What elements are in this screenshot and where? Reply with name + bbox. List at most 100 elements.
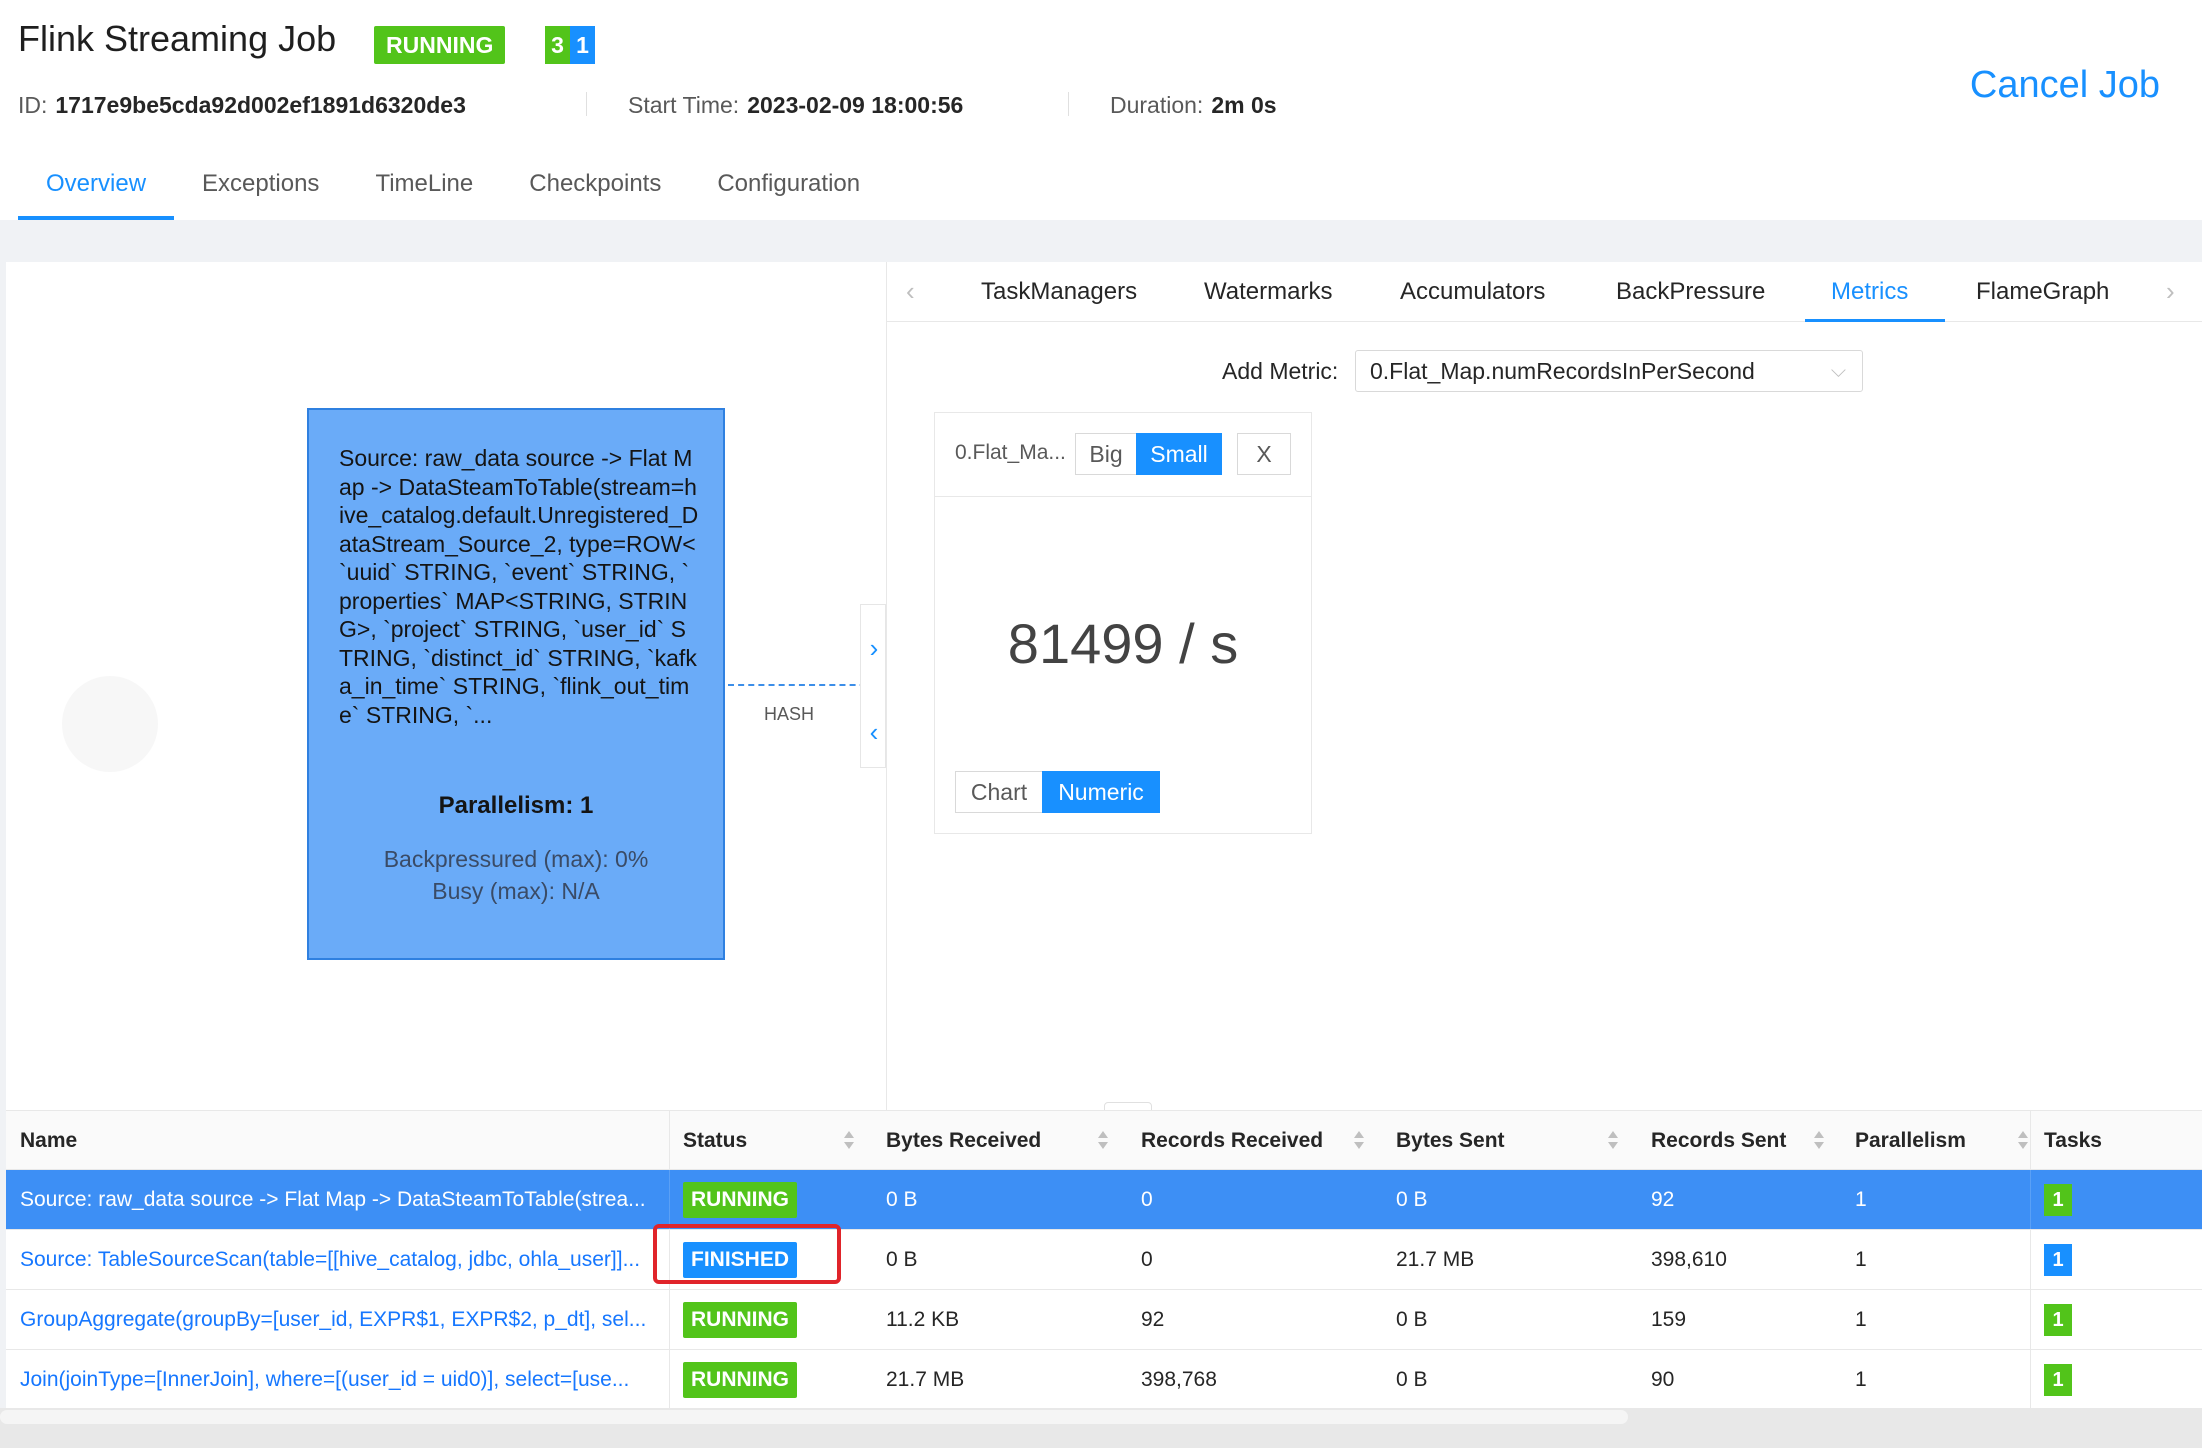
meta-divider — [1068, 92, 1069, 116]
edge-label: HASH — [764, 704, 815, 724]
sort-icon[interactable] — [1352, 1131, 1366, 1151]
sort-icon[interactable] — [842, 1131, 856, 1151]
status-badge: RUNNING — [683, 1362, 797, 1398]
column-divider — [669, 1170, 670, 1229]
small-size-button[interactable]: Small — [1136, 433, 1222, 475]
tab-timeline[interactable]: TimeLine — [347, 150, 501, 220]
vertex-name-link[interactable]: Join(joinType=[InnerJoin], where=[(user_… — [20, 1350, 660, 1409]
tab-overview[interactable]: Overview — [18, 150, 175, 220]
bytes-received-cell: 11.2 KB — [886, 1308, 960, 1331]
tabs-next-icon[interactable]: › — [2166, 276, 2175, 307]
sort-icon[interactable] — [1812, 1131, 1826, 1151]
bytes-sent-cell: 0 B — [1396, 1188, 1428, 1211]
parallelism-cell: 1 — [1855, 1308, 1867, 1331]
sort-icon[interactable] — [1096, 1131, 1110, 1151]
tab-watermarks[interactable]: Watermarks — [1204, 262, 1332, 322]
metric-card: 0.Flat_Ma... Big Small X 81499 / s Chart… — [934, 412, 1312, 834]
tab-exceptions[interactable]: Exceptions — [174, 150, 347, 220]
node-busy: Busy (max): N/A — [432, 878, 600, 904]
column-header-status[interactable]: Status — [683, 1111, 747, 1171]
records-sent-cell: 159 — [1651, 1308, 1687, 1331]
job-title: Flink Streaming Job — [18, 18, 337, 59]
job-id: ID: 1717e9be5cda92d002ef1891d6320de3 — [18, 92, 466, 119]
column-divider — [669, 1290, 670, 1349]
start-time: Start Time: 2023-02-09 18:00:56 — [628, 92, 963, 119]
chart-view-button[interactable]: Chart — [955, 771, 1043, 813]
finished-task-count: 1 — [570, 26, 595, 64]
panel-toggle[interactable]: › ‹ — [860, 604, 886, 768]
column-divider — [2030, 1170, 2031, 1229]
tab-taskmanagers[interactable]: TaskManagers — [981, 262, 1137, 322]
chevron-down-icon: ⌵ — [1830, 360, 1846, 382]
tab-backpressure[interactable]: BackPressure — [1616, 262, 1765, 322]
task-badge: 1 — [2044, 1184, 2072, 1216]
vertex-name-link[interactable]: GroupAggregate(groupBy=[user_id, EXPR$1,… — [20, 1290, 660, 1349]
meta-divider — [586, 92, 587, 116]
numeric-view-button[interactable]: Numeric — [1042, 771, 1160, 813]
remove-metric-button[interactable]: X — [1237, 433, 1291, 475]
records-received-cell: 92 — [1141, 1308, 1165, 1331]
node-description: Source: raw_data source -> Flat Map -> D… — [339, 445, 699, 728]
tab-accumulators[interactable]: Accumulators — [1400, 262, 1545, 322]
bytes-received-cell: 0 B — [886, 1248, 918, 1271]
tab-checkpoints[interactable]: Checkpoints — [501, 150, 689, 220]
status-badge: RUNNING — [683, 1302, 797, 1338]
node-parallelism: Parallelism: 1 — [438, 792, 594, 819]
tab-flamegraph[interactable]: FlameGraph — [1976, 262, 2109, 322]
vertex-name-link[interactable]: Source: raw_data source -> Flat Map -> D… — [20, 1170, 660, 1229]
tab-metrics[interactable]: Metrics — [1831, 262, 1908, 322]
duration: Duration: 2m 0s — [1110, 92, 1277, 119]
parallelism-cell: 1 — [1855, 1188, 1867, 1211]
column-header-name[interactable]: Name — [20, 1111, 77, 1171]
add-metric-select[interactable]: 0.Flat_Map.numRecordsInPerSecond ⌵ — [1355, 350, 1863, 392]
sort-icon[interactable] — [2016, 1131, 2030, 1151]
graph-zoom-control[interactable] — [62, 676, 158, 772]
job-status-badge: RUNNING — [374, 26, 506, 64]
big-size-button[interactable]: Big — [1075, 433, 1137, 475]
vertex-name-link[interactable]: Source: TableSourceScan(table=[[hive_cat… — [20, 1230, 660, 1289]
job-tabs: Overview Exceptions TimeLine Checkpoints… — [18, 150, 888, 220]
column-header-parallelism[interactable]: Parallelism — [1855, 1111, 1966, 1171]
tab-configuration[interactable]: Configuration — [689, 150, 888, 220]
task-badge: 1 — [2044, 1304, 2072, 1336]
duration-value: 2m 0s — [1211, 92, 1277, 118]
vertices-table: Name Status Bytes Received Records Recei… — [6, 1110, 2202, 1410]
parallelism-cell: 1 — [1855, 1248, 1867, 1271]
metric-card-name: 0.Flat_Ma... — [955, 441, 1066, 464]
scrollbar-thumb[interactable] — [0, 1410, 1628, 1424]
metric-value: 81499 / s — [1007, 612, 1239, 675]
column-header-bytes-received[interactable]: Bytes Received — [886, 1111, 1041, 1171]
expand-right-icon[interactable]: › — [861, 633, 887, 664]
bytes-sent-cell: 0 B — [1396, 1368, 1428, 1391]
task-badge: 1 — [2044, 1364, 2072, 1396]
cancel-job-button[interactable]: Cancel Job — [1970, 64, 2160, 107]
records-received-cell: 0 — [1141, 1188, 1153, 1211]
duration-label: Duration: — [1110, 92, 1204, 118]
metric-card-header: 0.Flat_Ma... Big Small X — [935, 413, 1311, 497]
bytes-sent-cell: 21.7 MB — [1396, 1248, 1475, 1271]
bytes-received-cell: 0 B — [886, 1188, 918, 1211]
start-time-label: Start Time: — [628, 92, 740, 118]
table-row[interactable]: GroupAggregate(groupBy=[user_id, EXPR$1,… — [6, 1290, 2202, 1350]
table-row[interactable]: Source: raw_data source -> Flat Map -> D… — [6, 1170, 2202, 1230]
column-header-records-received[interactable]: Records Received — [1141, 1111, 1323, 1171]
column-divider — [669, 1111, 670, 1171]
status-badge: RUNNING — [683, 1182, 797, 1218]
graph-node-source[interactable]: Source: raw_data source -> Flat Map -> D… — [307, 408, 725, 960]
bytes-received-cell: 21.7 MB — [886, 1368, 965, 1391]
job-id-value: 1717e9be5cda92d002ef1891d6320de3 — [55, 92, 466, 118]
records-received-cell: 398,768 — [1141, 1368, 1217, 1391]
records-received-cell: 0 — [1141, 1248, 1153, 1271]
table-row[interactable]: Source: TableSourceScan(table=[[hive_cat… — [6, 1230, 2202, 1290]
column-header-bytes-sent[interactable]: Bytes Sent — [1396, 1111, 1505, 1171]
collapse-left-icon[interactable]: ‹ — [861, 717, 887, 748]
column-divider — [2030, 1290, 2031, 1349]
tabs-prev-icon[interactable]: ‹ — [906, 276, 915, 307]
table-row[interactable]: Join(joinType=[InnerJoin], where=[(user_… — [6, 1350, 2202, 1410]
column-header-records-sent[interactable]: Records Sent — [1651, 1111, 1786, 1171]
column-divider — [2030, 1350, 2031, 1409]
sort-icon[interactable] — [1606, 1131, 1620, 1151]
records-sent-cell: 398,610 — [1651, 1248, 1727, 1271]
finished-status-highlight — [653, 1224, 841, 1284]
column-header-tasks: Tasks — [2044, 1129, 2102, 1152]
